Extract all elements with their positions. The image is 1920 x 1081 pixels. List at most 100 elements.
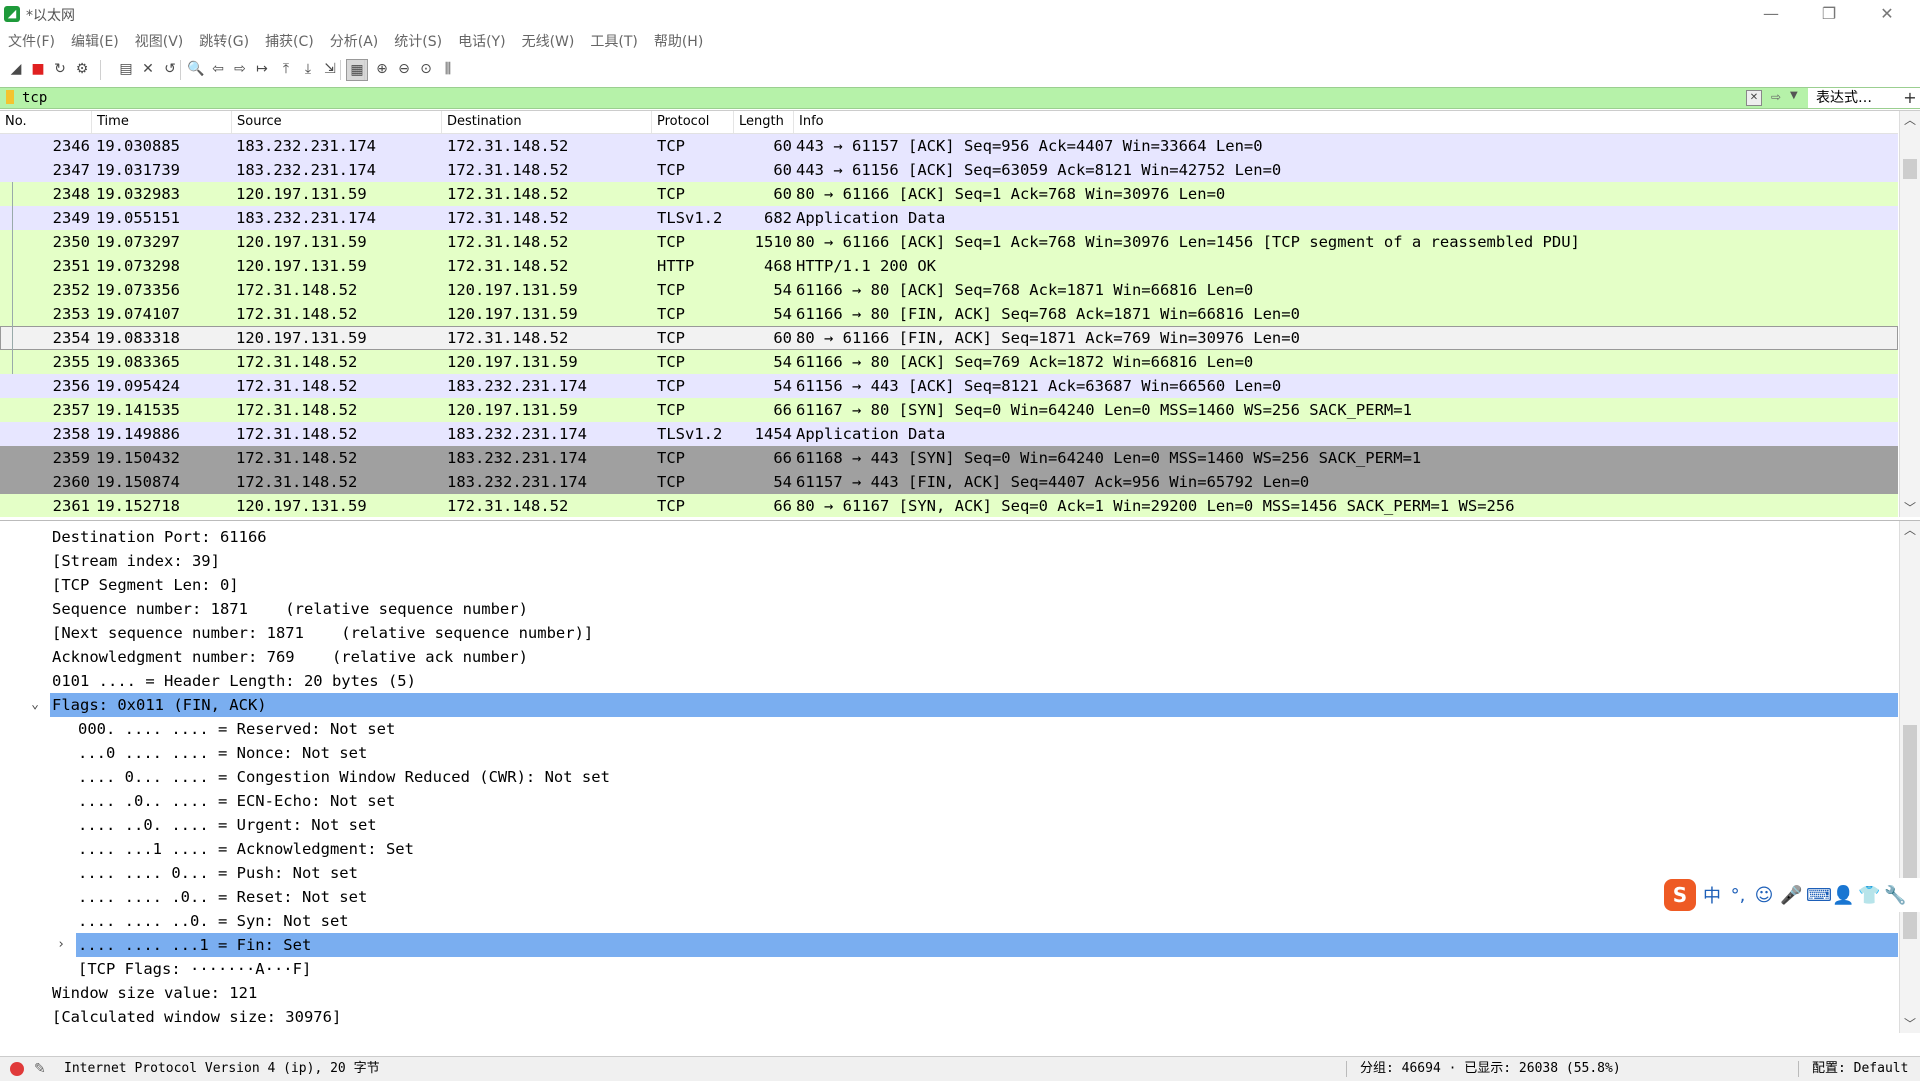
packet-row[interactable]: 2354 19.083318 120.197.131.59 172.31.148.52… <box>0 326 1898 350</box>
skin-icon[interactable]: 👕 <box>1858 885 1880 906</box>
detail-row[interactable]: ⌄ Flags: 0x011 (FIN, ACK) <box>31 693 1898 717</box>
restart-capture-icon[interactable]: ↻ <box>50 59 70 79</box>
detail-row[interactable]: [TCP Flags: ·······A···F] <box>0 957 1898 981</box>
shark-fin-start-icon[interactable]: ◢ <box>6 59 26 79</box>
menu-item-4[interactable]: 捕获(C) <box>257 30 322 54</box>
filter-bookmark-icon[interactable] <box>6 90 14 104</box>
column-header-length[interactable]: Length <box>734 111 794 133</box>
voice-input-icon[interactable]: 🎤 <box>1780 885 1802 906</box>
detail-row[interactable]: ...0 .... .... = Nonce: Not set <box>0 741 1898 765</box>
add-filter-button[interactable]: + <box>1900 88 1920 108</box>
go-to-packet-icon[interactable]: ↦ <box>252 59 272 79</box>
scrollbar-thumb[interactable] <box>1903 159 1917 179</box>
auto-scroll-icon[interactable]: ⇲ <box>320 59 340 79</box>
filter-history-dropdown-icon[interactable]: ▼ <box>1790 90 1798 101</box>
display-filter-input[interactable] <box>22 88 1742 108</box>
open-file-icon[interactable]: ▤ <box>116 59 136 79</box>
detail-row[interactable]: .... .... 0... = Push: Not set <box>0 861 1898 885</box>
packet-row[interactable]: 2358 19.149886 172.31.148.52 183.232.231.17… <box>0 422 1898 446</box>
scroll-up-icon[interactable]: ︿ <box>1900 521 1920 539</box>
minimize-button[interactable]: — <box>1748 0 1794 28</box>
detail-row[interactable]: Window size value: 121 <box>0 981 1898 1005</box>
close-button[interactable]: ✕ <box>1864 0 1910 28</box>
detail-row[interactable]: .... ..0. .... = Urgent: Not set <box>0 813 1898 837</box>
sogou-logo-icon[interactable]: S <box>1664 879 1696 911</box>
find-packet-icon[interactable]: 🔍 <box>186 59 206 79</box>
zoom-out-icon[interactable]: ⊖ <box>394 59 414 79</box>
stop-capture-icon[interactable]: ■ <box>28 59 48 79</box>
emoji-icon[interactable]: ☺ <box>1754 885 1774 906</box>
normal-size-icon[interactable]: ⊙ <box>416 59 436 79</box>
packet-row[interactable]: 2346 19.030885 183.232.231.174 172.31.148.5… <box>0 134 1898 158</box>
zoom-in-icon[interactable]: ⊕ <box>372 59 392 79</box>
packet-row[interactable]: 2360 19.150874 172.31.148.52 183.232.231.17… <box>0 470 1898 494</box>
column-header-destination[interactable]: Destination <box>442 111 652 133</box>
packet-row[interactable]: 2353 19.074107 172.31.148.52 120.197.131.59… <box>0 302 1898 326</box>
expert-info-icon[interactable] <box>10 1062 24 1076</box>
menu-item-2[interactable]: 视图(V) <box>127 30 192 54</box>
user-icon[interactable]: 👤 <box>1832 885 1854 906</box>
go-back-icon[interactable]: ⇦ <box>208 59 228 79</box>
menu-item-1[interactable]: 编辑(E) <box>63 30 127 54</box>
detail-row[interactable]: [TCP Segment Len: 0] <box>0 573 1898 597</box>
packet-row[interactable]: 2348 19.032983 120.197.131.59 172.31.148.52… <box>0 182 1898 206</box>
resize-columns-icon[interactable]: ⫼ <box>438 59 458 79</box>
capture-options-icon[interactable]: ⚙ <box>72 59 92 79</box>
detail-row[interactable]: Sequence number: 1871 (relative sequence… <box>0 597 1898 621</box>
column-header-source[interactable]: Source <box>232 111 442 133</box>
go-forward-icon[interactable]: ⇨ <box>230 59 250 79</box>
expression-button[interactable]: 表达式… <box>1808 88 1906 108</box>
packet-row[interactable]: 2347 19.031739 183.232.231.174 172.31.148.5… <box>0 158 1898 182</box>
close-file-icon[interactable]: ✕ <box>138 59 158 79</box>
details-scrollbar[interactable]: ︿ ﹀ <box>1899 521 1920 1033</box>
column-header-protocol[interactable]: Protocol <box>652 111 734 133</box>
detail-row[interactable]: .... .... .0.. = Reset: Not set <box>0 885 1898 909</box>
packet-row[interactable]: 2355 19.083365 172.31.148.52 120.197.131.59… <box>0 350 1898 374</box>
menu-item-10[interactable]: 帮助(H) <box>646 30 711 54</box>
detail-row[interactable]: .... .... ..0. = Syn: Not set <box>0 909 1898 933</box>
column-header-time[interactable]: Time <box>92 111 232 133</box>
detail-row[interactable]: .... ...1 .... = Acknowledgment: Set <box>0 837 1898 861</box>
keyboard-icon[interactable]: ⌨ <box>1806 885 1832 906</box>
menu-item-6[interactable]: 统计(S) <box>386 30 450 54</box>
scroll-up-icon[interactable]: ︿ <box>1900 111 1920 129</box>
collapsed-chevron-icon[interactable]: › <box>54 933 68 957</box>
column-header-no[interactable]: No. <box>0 111 92 133</box>
detail-row[interactable]: [Calculated window size: 30976] <box>0 1005 1898 1029</box>
chinese-mode-icon[interactable]: 中 <box>1702 882 1722 908</box>
scroll-down-icon[interactable]: ﹀ <box>1900 499 1920 517</box>
detail-row[interactable]: .... .0.. .... = ECN-Echo: Not set <box>0 789 1898 813</box>
detail-row[interactable]: Acknowledgment number: 769 (relative ack… <box>0 645 1898 669</box>
packet-list-scrollbar[interactable]: ︿ ﹀ <box>1899 111 1920 517</box>
packet-row[interactable]: 2351 19.073298 120.197.131.59 172.31.148.52… <box>0 254 1898 278</box>
detail-row[interactable]: › .... .... ...1 = Fin: Set <box>57 933 1898 957</box>
detail-row[interactable]: [Stream index: 39] <box>0 549 1898 573</box>
menu-item-0[interactable]: 文件(F) <box>0 30 63 54</box>
detail-row[interactable]: Destination Port: 61166 <box>0 525 1898 549</box>
packet-row[interactable]: 2349 19.055151 183.232.231.174 172.31.148.5… <box>0 206 1898 230</box>
status-profile[interactable]: 配置: Default <box>1812 1057 1908 1081</box>
reload-icon[interactable]: ↺ <box>160 59 180 79</box>
column-header-info[interactable]: Info <box>794 111 1898 133</box>
packet-row[interactable]: 2359 19.150432 172.31.148.52 183.232.231.17… <box>0 446 1898 470</box>
menu-item-8[interactable]: 无线(W) <box>514 30 583 54</box>
scroll-down-icon[interactable]: ﹀ <box>1900 1015 1920 1033</box>
detail-row[interactable]: 0101 .... = Header Length: 20 bytes (5) <box>0 669 1898 693</box>
detail-row[interactable]: [Next sequence number: 1871 (relative se… <box>0 621 1898 645</box>
menu-item-3[interactable]: 跳转(G) <box>191 30 257 54</box>
packet-row[interactable]: 2352 19.073356 172.31.148.52 120.197.131.59… <box>0 278 1898 302</box>
menu-item-5[interactable]: 分析(A) <box>322 30 387 54</box>
apply-filter-arrow-icon[interactable]: ⇨ <box>1766 90 1786 104</box>
settings-wrench-icon[interactable]: 🔧 <box>1884 885 1906 906</box>
packet-row[interactable]: 2350 19.073297 120.197.131.59 172.31.148.52… <box>0 230 1898 254</box>
menu-item-7[interactable]: 电话(Y) <box>450 30 513 54</box>
packet-row[interactable]: 2356 19.095424 172.31.148.52 183.232.231.17… <box>0 374 1898 398</box>
packet-row[interactable]: 2361 19.152718 120.197.131.59 172.31.148.52… <box>0 494 1898 517</box>
edit-comment-icon[interactable]: ✎ <box>34 1057 46 1081</box>
detail-row[interactable]: .... 0... .... = Congestion Window Reduc… <box>0 765 1898 789</box>
last-packet-icon[interactable]: ⤓ <box>298 59 318 79</box>
expanded-chevron-icon[interactable]: ⌄ <box>28 693 42 717</box>
detail-row[interactable]: 000. .... .... = Reserved: Not set <box>0 717 1898 741</box>
menu-item-9[interactable]: 工具(T) <box>582 30 645 54</box>
punctuation-icon[interactable]: °, <box>1728 885 1748 906</box>
